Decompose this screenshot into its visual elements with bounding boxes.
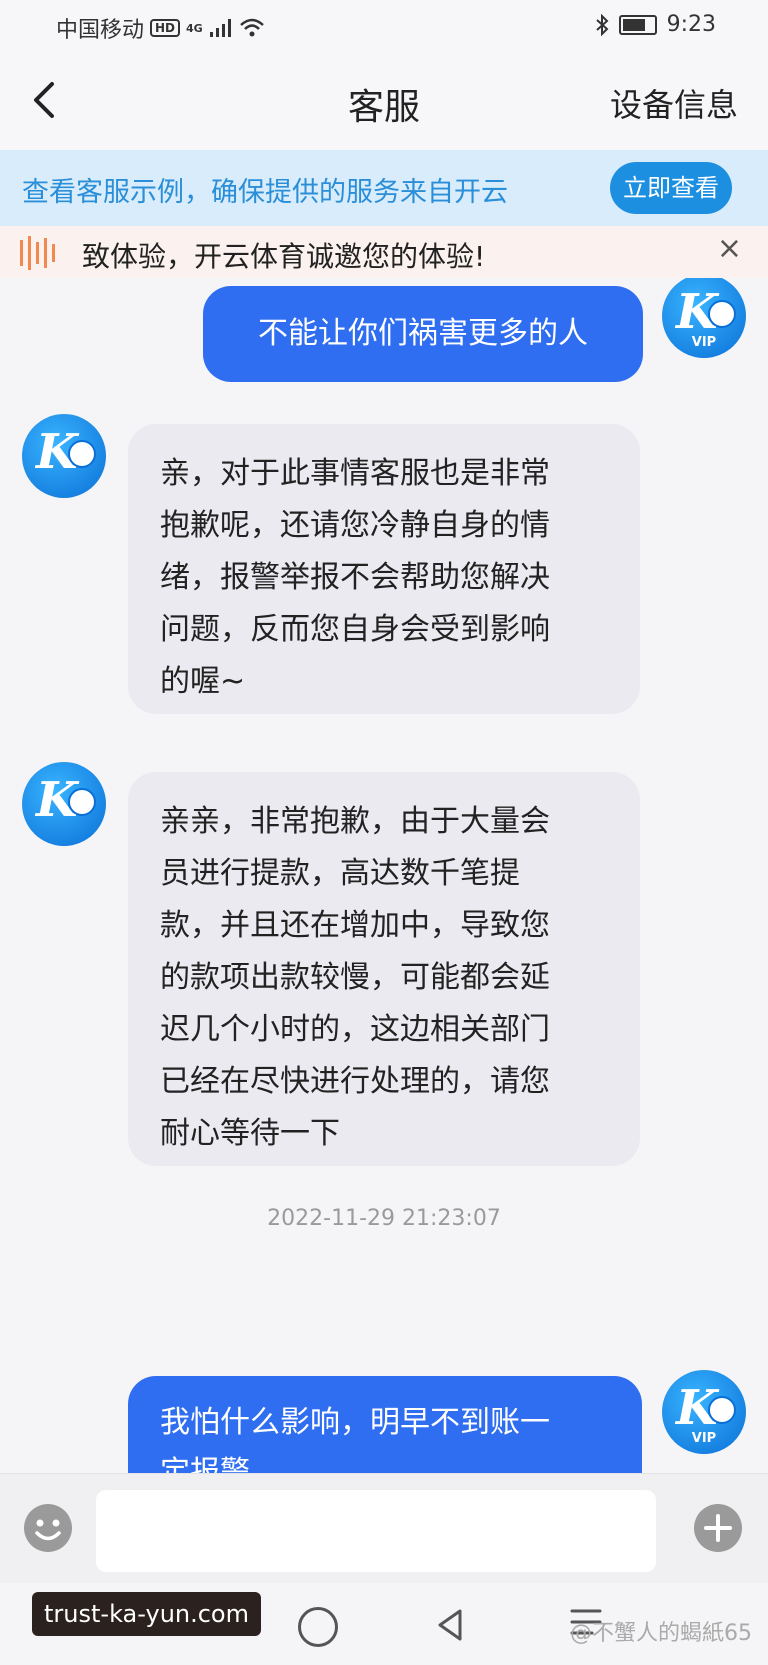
user-avatar[interactable]: K VIP — [662, 1370, 746, 1454]
status-bar: 中国移动 HD 4G 9:23 — [0, 0, 768, 54]
message-line: 定报警 — [160, 1455, 250, 1473]
announcement-icon — [20, 236, 55, 270]
message-line: 问题，反而您自身会受到影响 — [160, 612, 550, 647]
message-line: 抱歉呢，还请您冷静自身的情 — [160, 508, 550, 543]
message-bubble-outgoing[interactable]: 不能让你们祸害更多的人 — [203, 286, 643, 382]
notice-bar: 致体验，开云体育诚邀您的体验! × — [0, 226, 768, 278]
back-triangle-icon[interactable] — [430, 1605, 470, 1645]
view-now-button[interactable]: 立即查看 — [610, 162, 732, 214]
info-banner: 查看客服示例，确保提供的服务来自开云 立即查看 — [0, 150, 768, 226]
wifi-icon — [239, 18, 264, 37]
nav-bar: 客服 设备信息 — [0, 54, 768, 150]
message-line: 已经在尽快进行处理的，请您 — [160, 1064, 550, 1099]
soccer-ball-icon — [708, 1396, 736, 1424]
message-line: 亲，对于此事情客服也是非常 — [160, 456, 550, 491]
back-arrow-icon[interactable] — [26, 78, 66, 122]
message-line: 员进行提款，高达数千笔提 — [160, 856, 520, 891]
vip-badge: VIP — [691, 335, 717, 350]
watermark-label: trust-ka-yun.com — [32, 1592, 261, 1636]
clock: 9:23 — [666, 12, 716, 37]
message-line: 的款项出款较慢，可能都会延 — [160, 960, 550, 995]
message-input[interactable] — [96, 1490, 656, 1572]
soccer-ball-icon — [708, 300, 736, 328]
soccer-ball-icon — [68, 440, 96, 468]
network-type: 4G — [186, 21, 203, 35]
hd-badge: HD — [150, 19, 181, 37]
bluetooth-icon — [595, 13, 609, 36]
message-line: 亲亲，非常抱歉，由于大量会 — [160, 804, 550, 839]
watermark-credit: @不蟹人的蝎紙65 — [570, 1621, 752, 1646]
status-right: 9:23 — [595, 12, 716, 37]
input-bar — [0, 1473, 768, 1584]
system-nav-bar: trust-ka-yun.com @不蟹人的蝎紙65 — [0, 1583, 768, 1665]
close-icon[interactable]: × — [717, 231, 742, 266]
agent-avatar[interactable]: K — [22, 414, 106, 498]
carrier-name: 中国移动 — [56, 18, 145, 43]
notice-text: 致体验，开云体育诚邀您的体验! — [82, 240, 486, 273]
battery-icon — [618, 14, 657, 35]
message-text: 不能让你们祸害更多的人 — [258, 316, 588, 351]
message-line: 绪，报警举报不会帮助您解决 — [160, 560, 550, 595]
agent-avatar[interactable]: K — [22, 762, 106, 846]
chat-area[interactable]: 不能让你们祸害更多的人 K VIP K 亲，对于此事情客服也是非常 抱歉呢，还请… — [0, 278, 768, 1473]
message-line: 我怕什么影响，明早不到账一 — [160, 1405, 550, 1440]
message-line: 耐心等待一下 — [160, 1116, 340, 1151]
device-info-button[interactable]: 设备信息 — [610, 80, 738, 126]
message-bubble-incoming[interactable]: 亲亲，非常抱歉，由于大量会 员进行提款，高达数千笔提 款，并且还在增加中，导致您… — [128, 772, 640, 1166]
home-circle-icon[interactable] — [298, 1607, 338, 1647]
message-timestamp: 2022-11-29 21:23:07 — [267, 1206, 501, 1231]
message-line: 迟几个小时的，这边相关部门 — [160, 1012, 550, 1047]
message-line: 款，并且还在增加中，导致您 — [160, 908, 550, 943]
soccer-ball-icon — [68, 788, 96, 816]
vip-badge: VIP — [691, 1431, 717, 1446]
status-left: 中国移动 HD 4G — [56, 12, 265, 44]
emoji-icon[interactable] — [22, 1502, 74, 1554]
message-bubble-outgoing[interactable]: 我怕什么影响，明早不到账一 定报警 — [128, 1376, 642, 1473]
message-bubble-incoming[interactable]: 亲，对于此事情客服也是非常 抱歉呢，还请您冷静自身的情 绪，报警举报不会帮助您解… — [128, 424, 640, 714]
banner-text: 查看客服示例，确保提供的服务来自开云 — [22, 177, 508, 208]
signal-icon — [209, 19, 231, 37]
message-line: 的喔~ — [160, 664, 246, 699]
plus-icon[interactable] — [692, 1502, 744, 1554]
user-avatar[interactable]: K VIP — [662, 278, 746, 358]
